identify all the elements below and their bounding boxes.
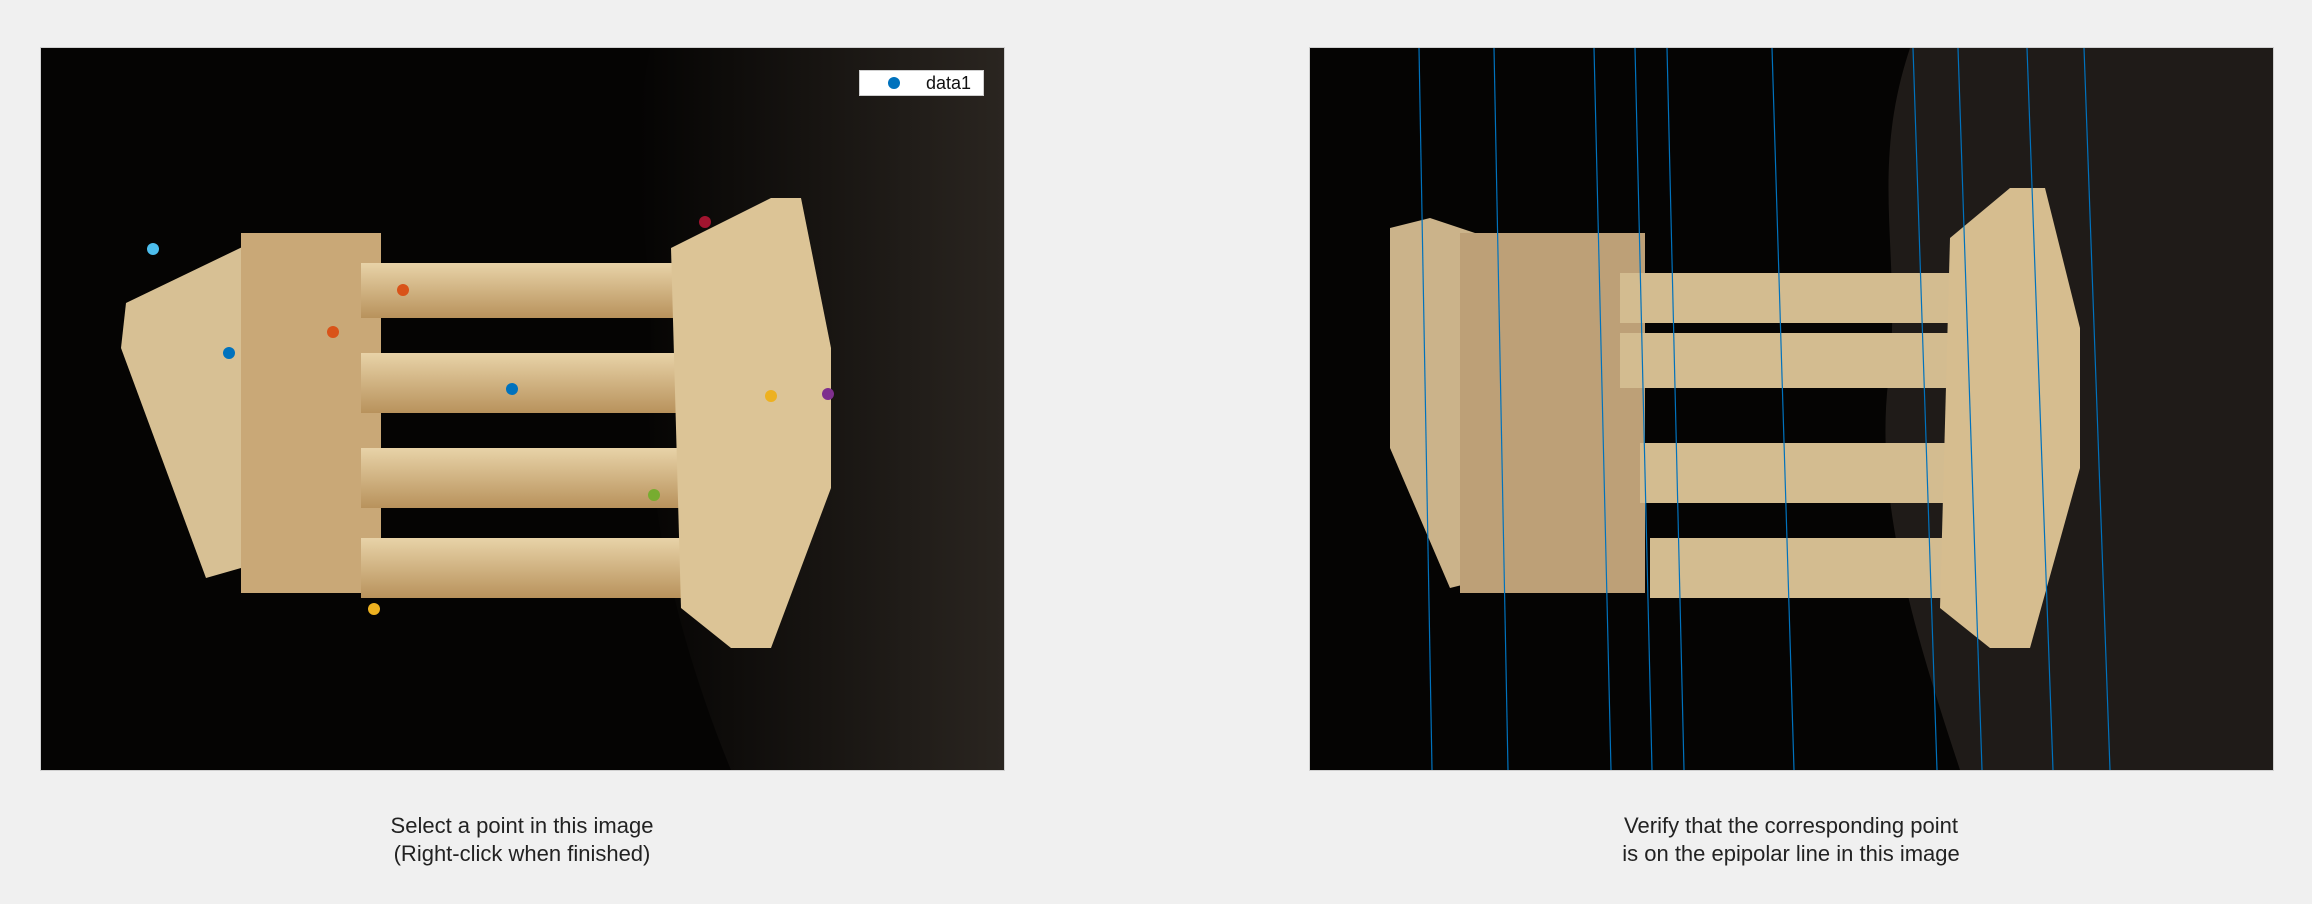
- legend: data1: [859, 70, 984, 96]
- selected-point-marker: [223, 347, 235, 359]
- temple-image-left[interactable]: [41, 48, 1004, 770]
- selected-point-marker: [822, 388, 834, 400]
- right-caption-line1: Verify that the corresponding point: [1624, 813, 1958, 838]
- right-caption-line2: is on the epipolar line in this image: [1622, 841, 1960, 866]
- left-caption: Select a point in this image (Right-clic…: [172, 812, 872, 868]
- legend-label: data1: [926, 72, 972, 93]
- left-image-axes[interactable]: data1: [40, 47, 1005, 771]
- selected-point-marker: [648, 489, 660, 501]
- left-caption-line1: Select a point in this image: [390, 813, 654, 838]
- legend-marker-icon: [888, 77, 900, 89]
- right-caption: Verify that the corresponding point is o…: [1441, 812, 2141, 868]
- selected-point-marker: [765, 390, 777, 402]
- selected-point-marker: [506, 383, 518, 395]
- left-caption-line2: (Right-click when finished): [393, 841, 651, 866]
- selected-point-marker: [327, 326, 339, 338]
- temple-image-right: [1310, 48, 2273, 770]
- selected-point-marker: [397, 284, 409, 296]
- selected-point-marker: [368, 603, 380, 615]
- selected-point-marker: [699, 216, 711, 228]
- selected-point-marker: [147, 243, 159, 255]
- right-image-axes: [1309, 47, 2274, 771]
